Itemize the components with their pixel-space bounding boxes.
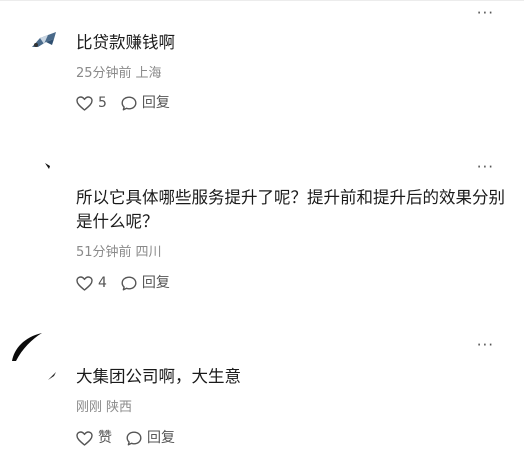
reply-button[interactable]: 回复 [121,95,170,111]
comment-text: 大集团公司啊，大生意 [76,367,241,386]
avatar-image [45,163,50,169]
comment-location: 上海 [135,66,162,81]
comment-time: 25分钟前 [76,66,132,81]
like-label: 赞 [98,430,112,446]
more-options-icon[interactable]: ··· [477,6,494,21]
like-button[interactable]: 5 [76,95,107,111]
speech-bubble-icon [121,276,137,290]
avatar-image [32,32,56,47]
comment-text: 比贷款赚钱啊 [76,33,175,52]
like-button[interactable]: 4 [76,275,107,291]
pen-mark-icon [48,372,56,380]
more-options-icon[interactable]: ··· [477,160,494,175]
top-divider [0,0,524,1]
comment-actions: 5 回复 [76,95,170,111]
reply-label: 回复 [141,275,170,291]
reply-button[interactable]: 回复 [126,430,175,446]
comment-text: 所以它具体哪些服务提升了呢？提升前和提升后的效果分别是什么呢？ [76,188,505,231]
comment-location: 四川 [135,245,162,260]
reply-button[interactable]: 回复 [121,275,170,291]
avatar-image [12,333,42,361]
avatar-decoration [46,367,58,386]
avatar[interactable] [10,331,46,367]
comment-time: 51分钟前 [76,245,132,260]
comment-actions: 赞 回复 [76,430,175,446]
comment-actions: 4 回复 [76,275,170,291]
comment-meta: 51分钟前 四川 [76,245,162,261]
avatar[interactable] [44,156,58,175]
heart-icon [76,95,93,111]
heart-icon [76,275,93,291]
avatar[interactable] [30,30,60,54]
like-count: 5 [98,95,107,111]
speech-bubble-icon [121,96,137,110]
comment-location: 陕西 [106,400,133,415]
heart-icon [76,430,93,446]
like-button[interactable]: 赞 [76,430,112,446]
like-count: 4 [98,275,107,291]
reply-label: 回复 [141,95,170,111]
reply-label: 回复 [147,430,175,446]
comment-meta: 刚刚 陕西 [76,400,132,416]
more-options-icon[interactable]: ··· [477,338,494,353]
comment-meta: 25分钟前 上海 [76,66,162,82]
speech-bubble-icon [126,431,142,445]
comment-time: 刚刚 [76,400,103,415]
